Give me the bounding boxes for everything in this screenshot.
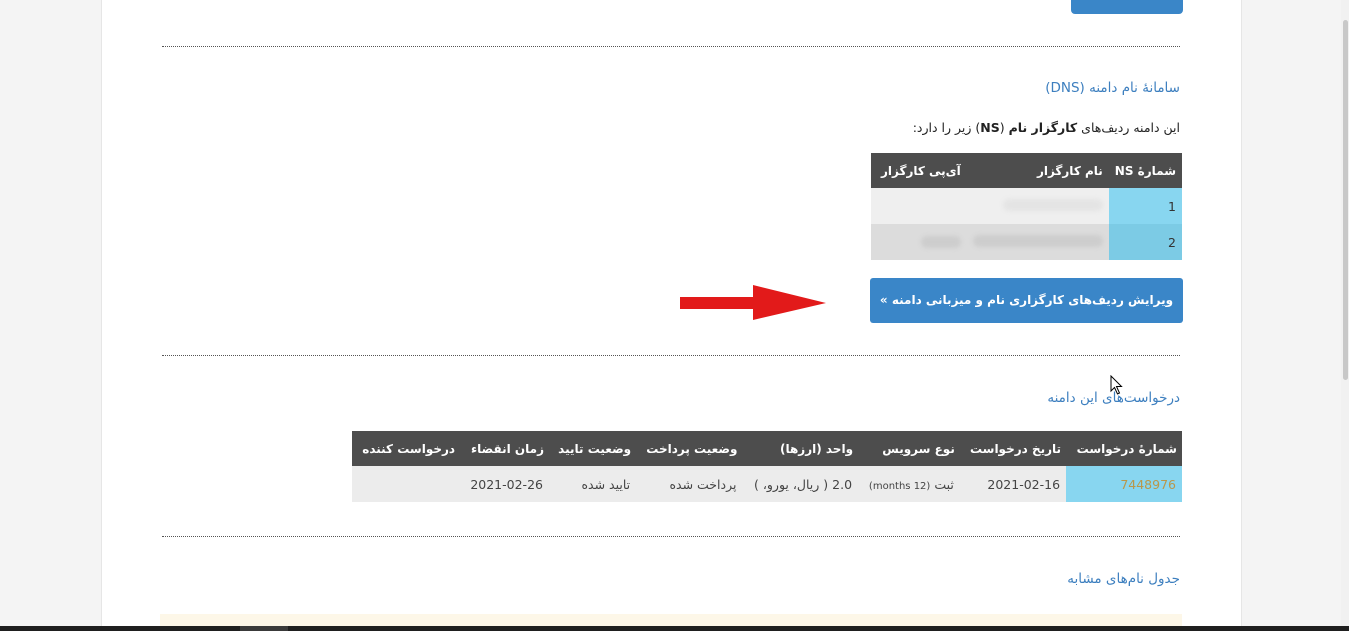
intro-text-after: ) زیر را دارد: [912,120,981,135]
table-row: 7448976 2021-02-16 ثبت (12 months) 2.0 (… [352,466,1182,502]
payment-status-cell: پرداخت شده [636,466,743,502]
nameserver-table-header: شمارهٔ NS نام کارگزار آی‌پی کارگزار [871,153,1182,188]
ns-ip-cell [871,188,967,224]
section-divider [162,355,1180,356]
table-row: 2 [871,224,1182,260]
intro-bold-nameserver: کارگزار نام [1008,120,1078,135]
bottom-taskbar [0,626,1349,631]
requester-cell [352,466,461,502]
section-divider [162,46,1180,47]
redacted-value [920,236,961,248]
scrollbar-thumb[interactable] [1343,20,1348,380]
ns-number-cell: 2 [1108,224,1182,260]
nameserver-table: شمارهٔ NS نام کارگزار آی‌پی کارگزار 1 2 [871,153,1182,260]
ns-name-cell [966,224,1109,260]
approval-status-header: وضعیت تایید [548,431,637,466]
requests-table: شمارهٔ درخواست تاریخ درخواست نوع سرویس و… [352,431,1182,502]
ns-ip-header: آی‌پی کارگزار [871,153,967,188]
ns-name-cell [966,188,1109,224]
request-id-header: شمارهٔ درخواست [1066,431,1182,466]
approval-status-cell: تایید شده [548,466,637,502]
ns-ip-cell [871,224,967,260]
expiry-cell: 2021-02-26 [460,466,549,502]
service-type-header: نوع سرویس [858,431,960,466]
service-type-value: ثبت [934,476,954,492]
request-date-cell: 2021-02-16 [959,466,1067,502]
taskbar-item[interactable] [240,626,288,631]
intro-bold-ns: NS [980,120,1000,135]
request-date-header: تاریخ درخواست [959,431,1067,466]
service-type-cell: ثبت (12 months) [858,466,960,502]
dns-section-title: سامانهٔ نام دامنه (DNS) [1045,80,1180,96]
similar-names-section-title: جدول نام‌های مشابه [1067,571,1180,587]
dns-intro-text: این دامنه ردیف‌های کارگزار نام (NS) زیر … [913,120,1180,135]
unit-header: واحد (ارزها) [742,431,859,466]
requests-table-header: شمارهٔ درخواست تاریخ درخواست نوع سرویس و… [352,431,1182,466]
payment-status-header: وضعیت پرداخت [636,431,743,466]
requests-section-title: درخواست‌های این دامنه [1047,390,1180,406]
unit-cell: 2.0 ( ریال، یورو، ) [742,466,859,502]
edit-nameservers-button[interactable]: ویرایش ردیف‌های کارگزاری نام و میزبانی د… [870,278,1183,323]
service-period: (12 months) [868,480,931,492]
table-row: 1 [871,188,1182,224]
intro-text-before: این دامنه ردیف‌های [1077,120,1180,135]
expiry-header: زمان انقضاء [460,431,549,466]
intro-text-middle: ( [999,120,1009,135]
ns-number-header: شمارهٔ NS [1108,153,1182,188]
ns-name-header: نام کارگزار [966,153,1109,188]
top-action-button[interactable] [1071,0,1183,14]
redacted-value [1002,198,1103,211]
ns-number-cell: 1 [1108,188,1182,224]
request-id-link[interactable]: 7448976 [1066,466,1182,502]
red-arrow-annotation [680,285,826,320]
section-divider [162,536,1180,537]
requester-header: درخواست کننده [352,431,461,466]
scrollbar[interactable] [1341,0,1349,631]
redacted-value [972,234,1103,247]
